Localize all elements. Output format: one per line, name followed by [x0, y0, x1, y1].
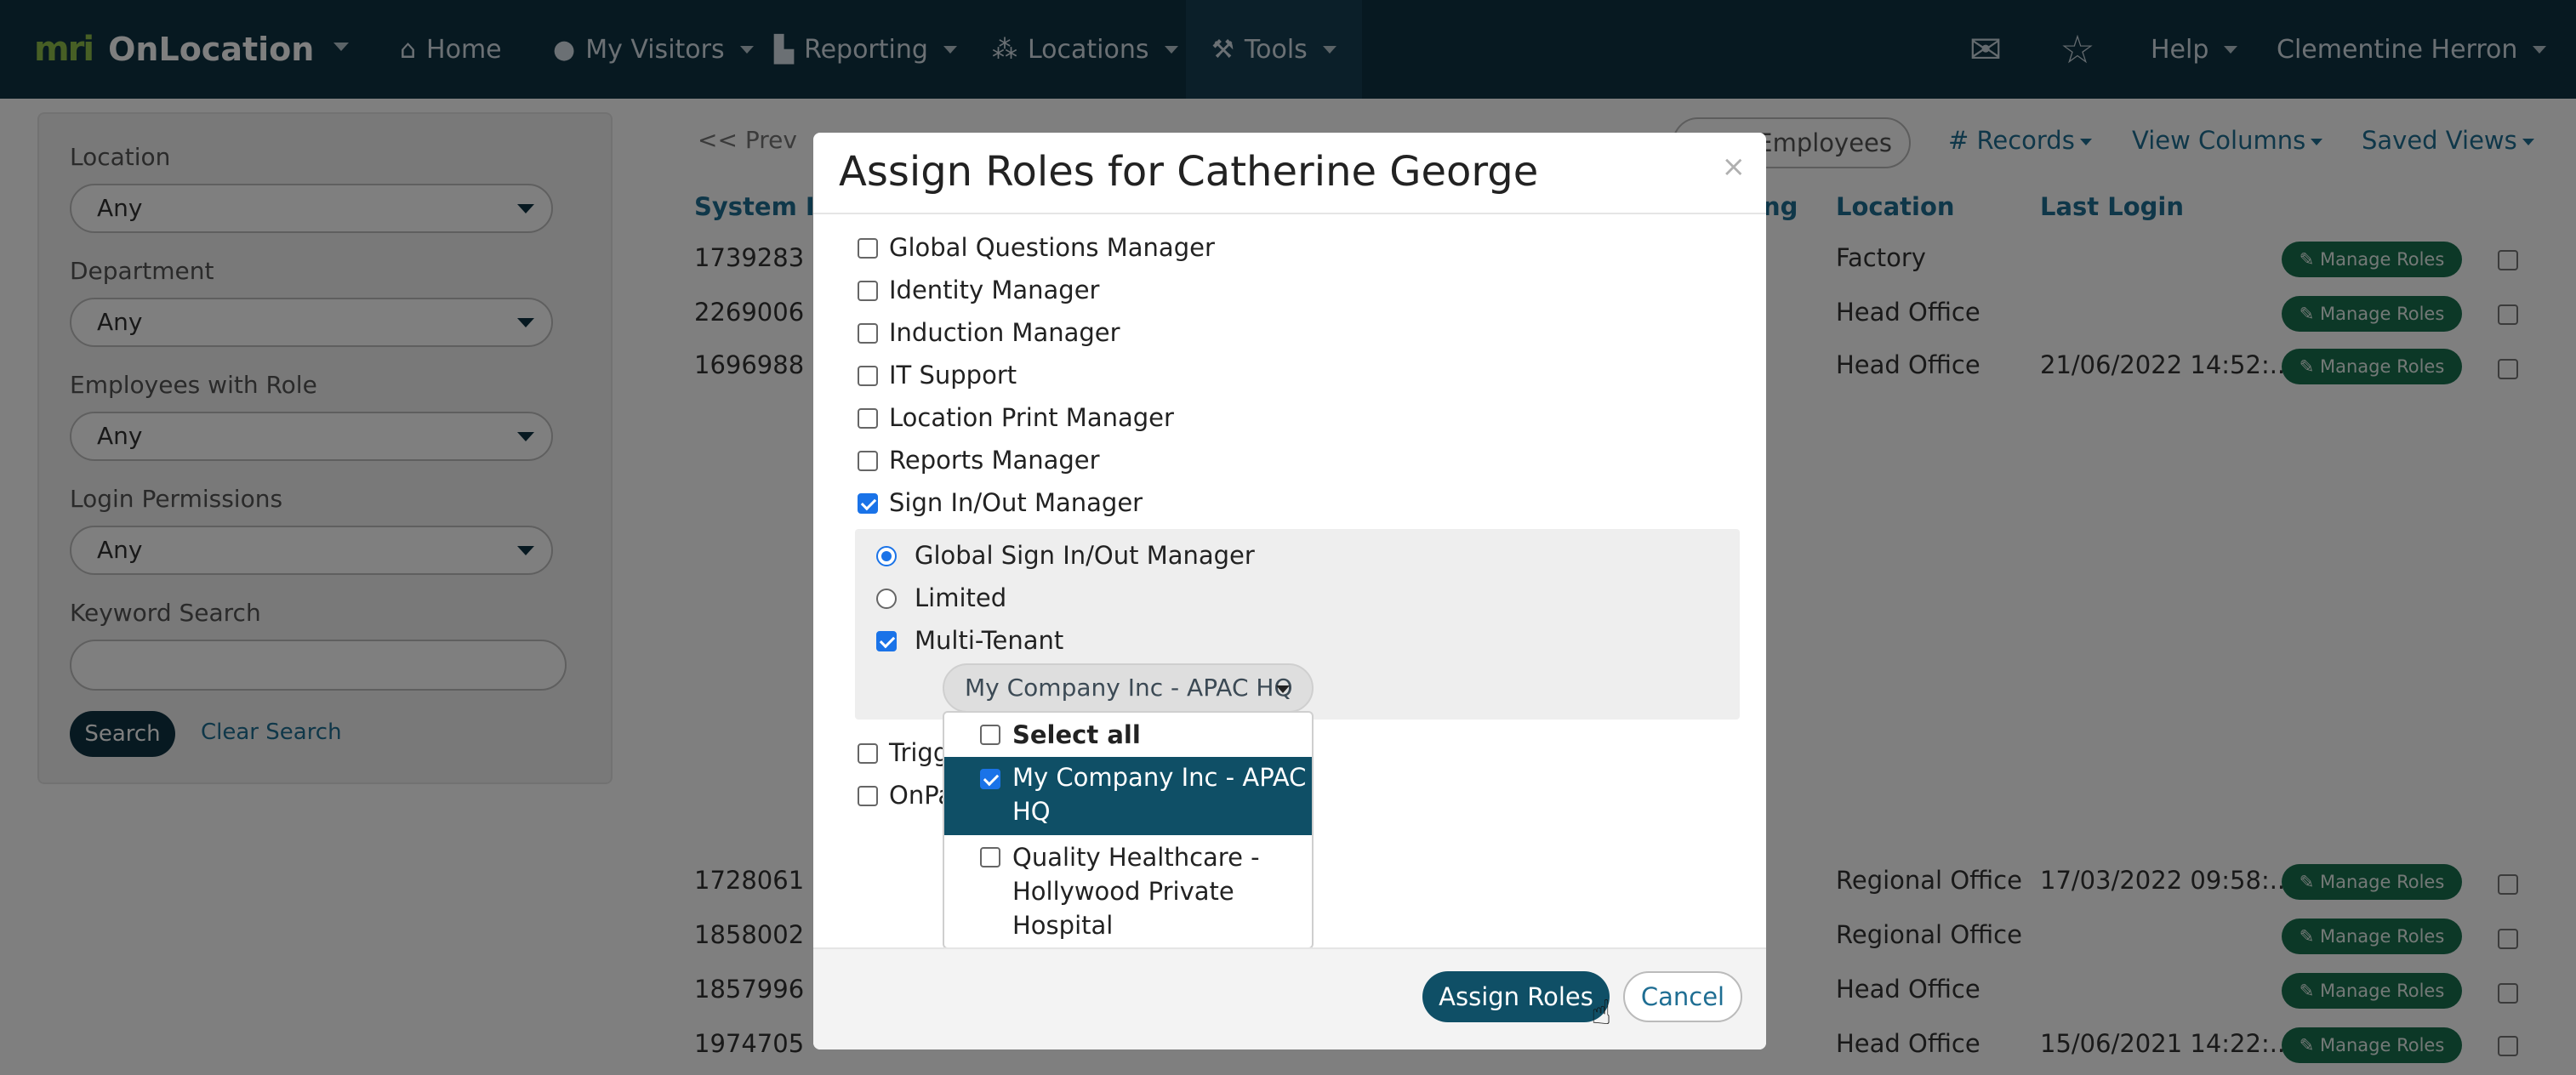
role-label: Induction Manager — [889, 318, 1120, 347]
tenant-dropdown-menu: Select all My Company Inc - APAC HQ Qual… — [943, 711, 1314, 949]
role-label: Trigg — [889, 738, 949, 767]
select-all-label: Select all — [1012, 720, 1141, 749]
multi-tenant-label: Multi-Tenant — [915, 626, 1064, 655]
role-checkbox-it-support[interactable] — [858, 366, 878, 386]
modal-title: Assign Roles for Catherine George — [839, 148, 1539, 196]
role-label: Location Print Manager — [889, 403, 1174, 432]
apac-hq-label-line-1: My Company Inc - APAC — [1012, 763, 1307, 792]
quality-healthcare-label-line-2: Hollywood Private — [1012, 877, 1234, 906]
tenant-option-apac-hq[interactable]: My Company Inc - APAC HQ — [944, 757, 1312, 835]
multi-tenant-checkbox[interactable] — [876, 631, 897, 651]
cancel-button[interactable]: Cancel — [1623, 971, 1742, 1022]
role-checkbox-global-questions-manager[interactable] — [858, 238, 878, 259]
tenant-option-select-all[interactable]: Select all — [944, 713, 1312, 757]
quality-healthcare-label-line-3: Hospital — [1012, 911, 1114, 940]
role-checkbox-location-print-manager[interactable] — [858, 408, 878, 429]
apac-hq-checkbox[interactable] — [980, 769, 1000, 789]
tenant-option-quality-healthcare[interactable]: Quality Healthcare - Hollywood Private H… — [944, 835, 1312, 947]
tenant-select-value: My Company Inc - APAC HQ — [965, 674, 1293, 702]
role-checkbox-reports-manager[interactable] — [858, 451, 878, 471]
tenant-select-dropdown[interactable]: My Company Inc - APAC HQ — [943, 663, 1314, 713]
limited-radio[interactable] — [876, 589, 897, 609]
role-label: IT Support — [889, 361, 1017, 390]
role-checkbox-sign-in-out-manager[interactable] — [858, 493, 878, 514]
assign-roles-modal: Assign Roles for Catherine George × Glob… — [813, 133, 1766, 1049]
apac-hq-label-line-2: HQ — [1012, 797, 1051, 826]
hand-pointer-cursor-icon: ☝ — [1591, 993, 1612, 1032]
role-label: Reports Manager — [889, 446, 1100, 475]
limited-label: Limited — [915, 583, 1007, 612]
role-checkbox-induction-manager[interactable] — [858, 323, 878, 344]
role-label: Sign In/Out Manager — [889, 488, 1143, 517]
global-sign-in-out-radio[interactable] — [876, 546, 897, 566]
global-sign-in-out-label: Global Sign In/Out Manager — [915, 541, 1255, 570]
role-label: Identity Manager — [889, 276, 1100, 304]
role-checkbox-identity-manager[interactable] — [858, 281, 878, 301]
assign-roles-button[interactable]: Assign Roles — [1422, 971, 1610, 1022]
quality-healthcare-checkbox[interactable] — [980, 847, 1000, 867]
caret-down-icon — [1276, 685, 1290, 693]
select-all-checkbox[interactable] — [980, 725, 1000, 745]
modal-header: Assign Roles for Catherine George × — [813, 133, 1766, 214]
role-label: Global Questions Manager — [889, 233, 1215, 262]
quality-healthcare-label-line-1: Quality Healthcare - — [1012, 843, 1260, 872]
role-checkbox-trigger[interactable] — [858, 743, 878, 764]
role-checkbox-onpa[interactable] — [858, 786, 878, 806]
close-icon[interactable]: × — [1722, 150, 1747, 184]
